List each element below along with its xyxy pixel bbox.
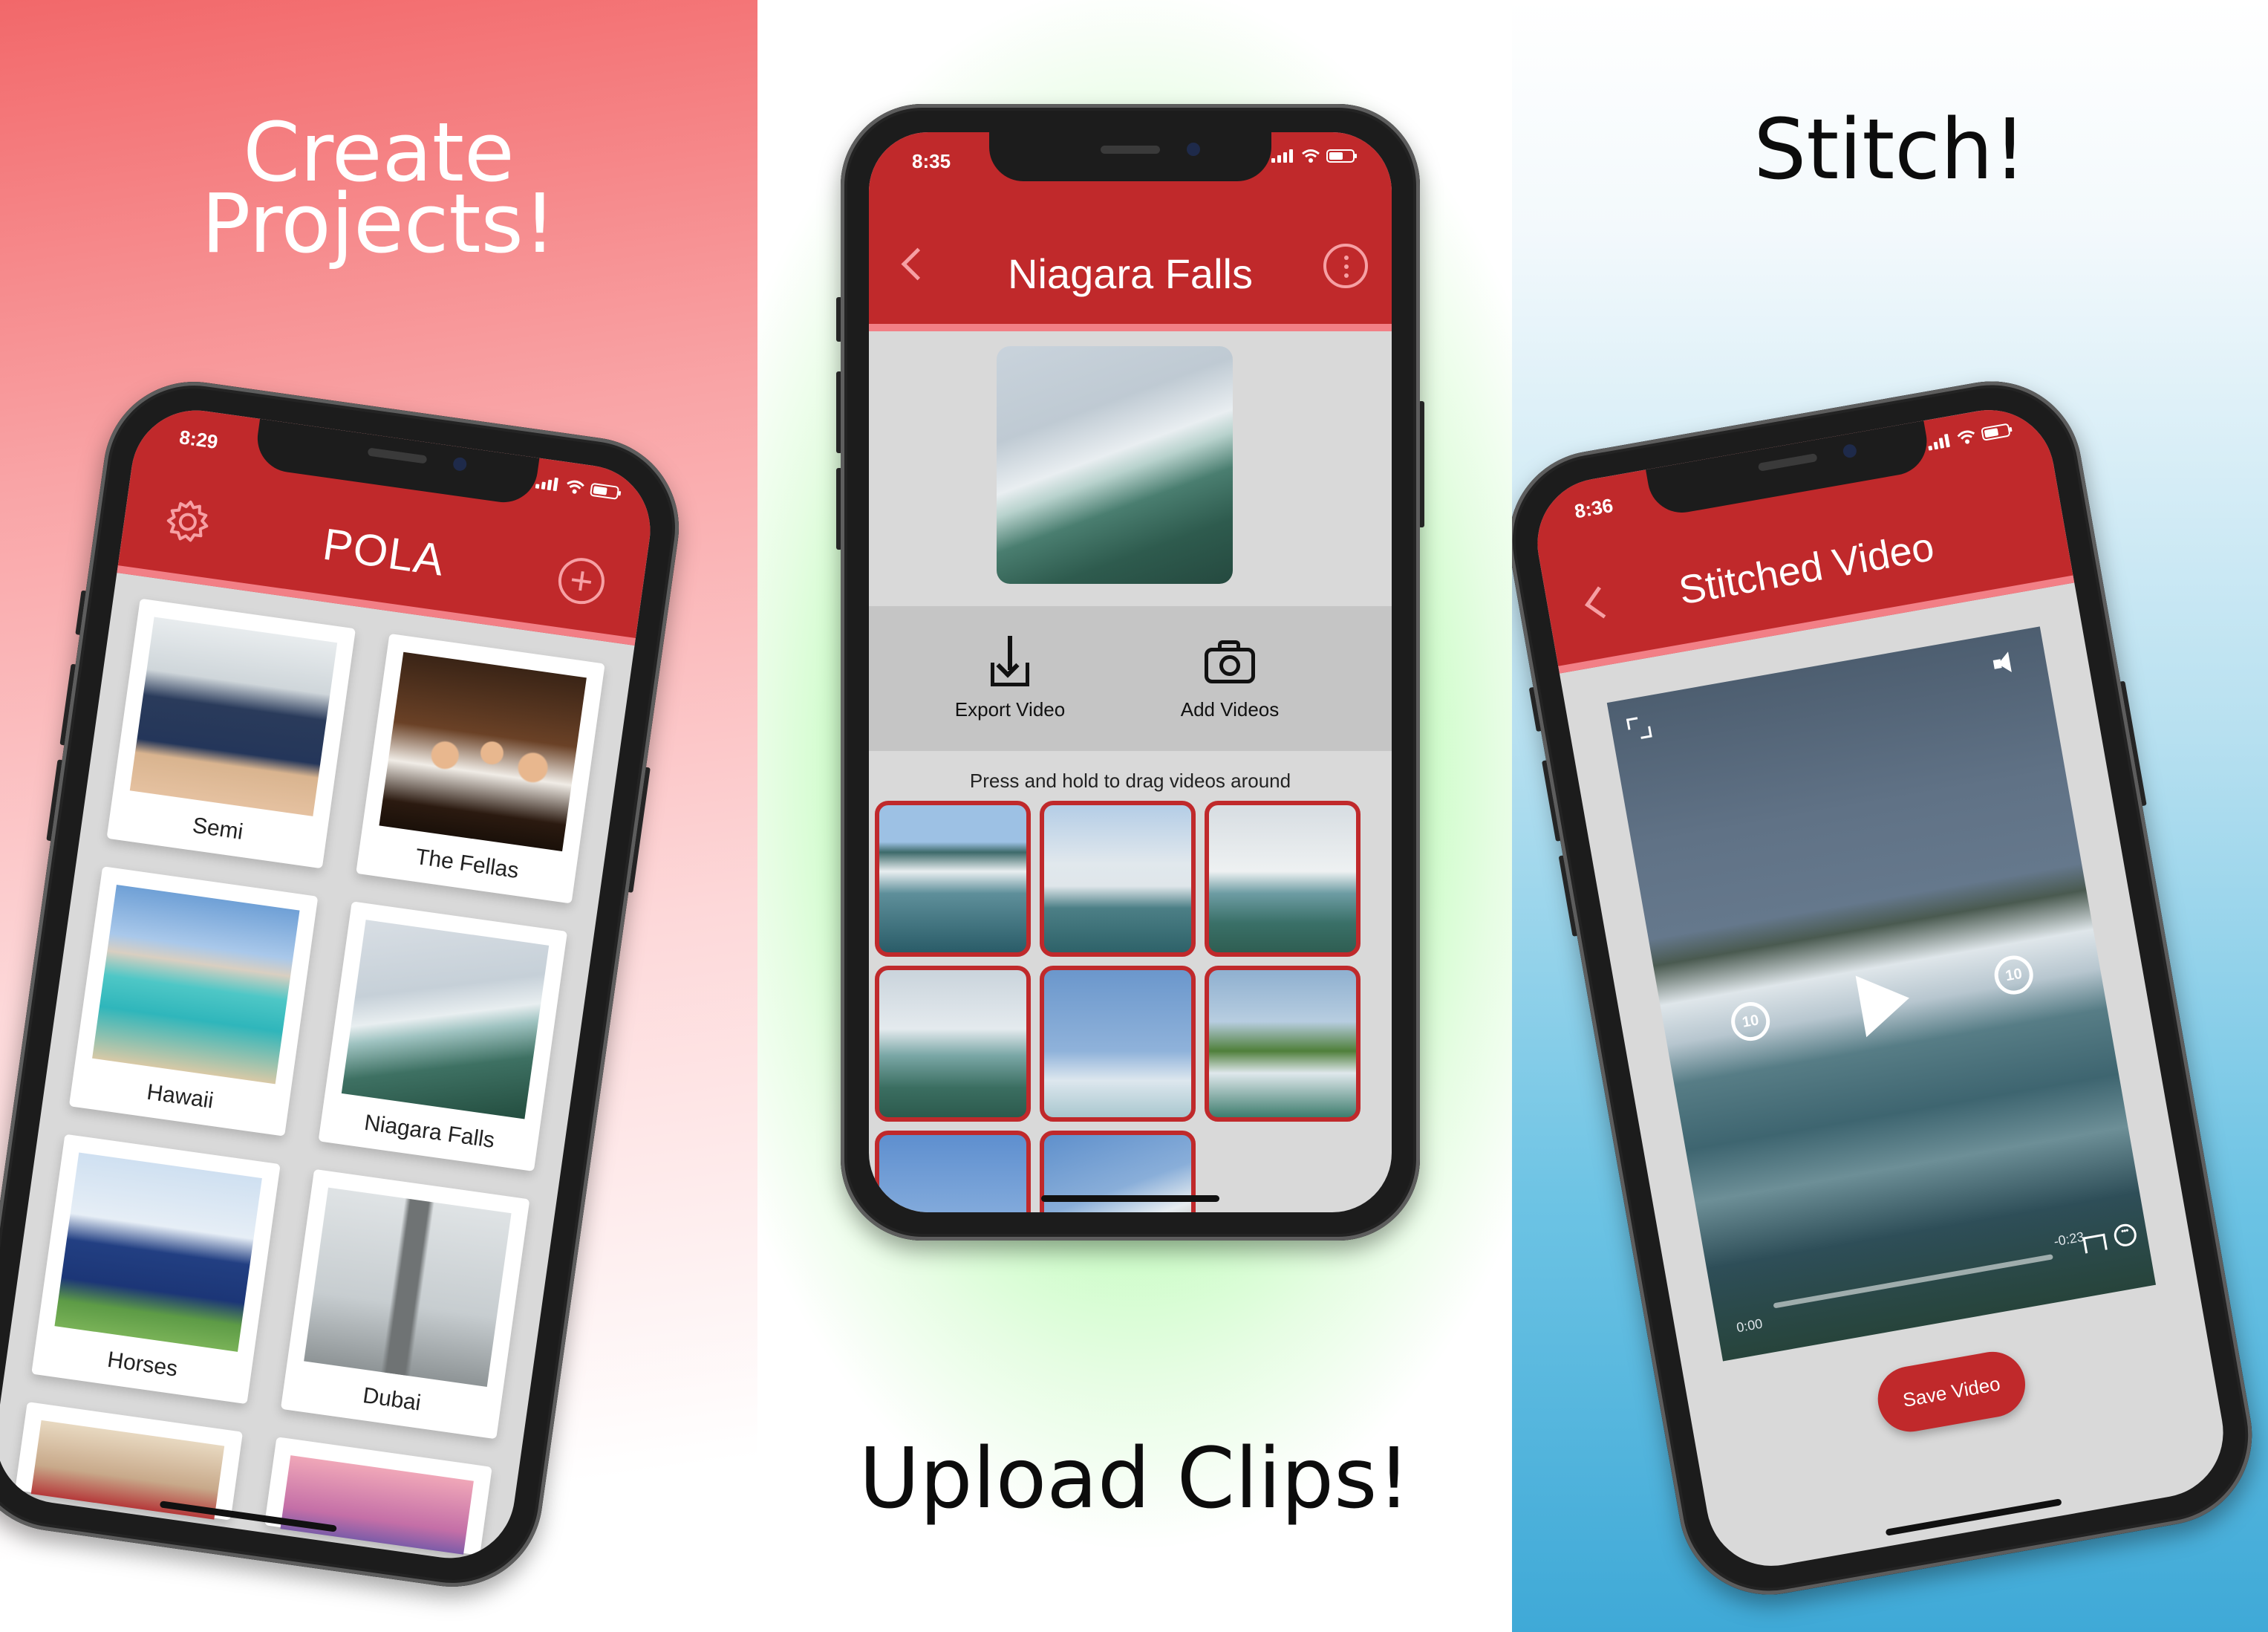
volume-icon[interactable] [1992, 649, 2024, 675]
camera-icon [1203, 636, 1257, 689]
drag-hint-text: Press and hold to drag videos around [969, 770, 1291, 792]
panel-stitch: Stitched Video 8:36 10 10 0:00 -0:23 •••… [1512, 0, 2268, 1632]
video-player[interactable]: 10 10 0:00 -0:23 [1606, 626, 2157, 1362]
video-clip-thumbnail[interactable] [1040, 801, 1196, 957]
play-icon[interactable] [1855, 967, 1915, 1038]
project-thumbnail [92, 884, 300, 1085]
headline-stitch: Stitch! [1753, 102, 2027, 198]
action-bar: Export Video Add Videos [869, 606, 1392, 751]
wifi-icon [1302, 149, 1320, 163]
battery-icon [589, 482, 620, 500]
more-options-icon[interactable] [1323, 244, 1368, 288]
panel-create-projects: Create Projects! POLA 8:29 Semi The Fell… [0, 0, 757, 1632]
project-card-semi[interactable]: Semi [106, 598, 356, 869]
add-videos-button[interactable]: Add Videos [1141, 636, 1319, 721]
fullscreen-icon[interactable] [1626, 715, 1652, 741]
clip-grid [875, 801, 1361, 1212]
project-card-niagara-falls[interactable]: Niagara Falls [318, 901, 568, 1171]
project-card-hawaii[interactable]: Hawaii [68, 866, 319, 1137]
project-detail-screen: Niagara Falls 8:35 Export Video Add Vide… [869, 132, 1392, 1212]
save-video-button[interactable]: Save Video [1872, 1346, 2030, 1437]
headline-upload-clips: Upload Clips! [858, 1431, 1411, 1527]
notch [989, 132, 1271, 181]
status-icons [1271, 149, 1357, 163]
skip-back-icon[interactable]: 10 [1728, 998, 1773, 1044]
video-clip-thumbnail[interactable] [875, 801, 1031, 957]
phone-project-detail: Niagara Falls 8:35 Export Video Add Vide… [836, 104, 1424, 1241]
export-video-button[interactable]: Export Video [921, 636, 1099, 721]
project-thumbnail [129, 617, 338, 816]
signal-icon [1271, 149, 1295, 163]
status-time: 8:35 [912, 150, 951, 172]
phone-projects: POLA 8:29 Semi The Fellas Hawaii Niagara… [0, 370, 691, 1599]
home-indicator [1041, 1195, 1219, 1202]
time-elapsed: 0:00 [1735, 1316, 1764, 1336]
project-card-dubai[interactable]: Dubai [280, 1168, 530, 1440]
page-title: Stitched Video [1675, 524, 1938, 614]
project-grid: Semi The Fellas Hawaii Niagara Falls Hor… [15, 598, 605, 1555]
project-thumbnail [54, 1152, 262, 1352]
headline-create-line2: Projects! [201, 176, 556, 271]
page-title: Niagara Falls [1008, 250, 1253, 297]
time-remaining: -0:23 [2053, 1229, 2085, 1249]
export-video-label: Export Video [954, 698, 1066, 721]
video-clip-thumbnail[interactable] [1205, 801, 1361, 957]
stitched-video-screen: Stitched Video 8:36 10 10 0:00 -0:23 •••… [1527, 400, 2234, 1576]
signal-icon [535, 475, 561, 492]
more-icon[interactable] [2112, 1222, 2139, 1249]
video-clip-thumbnail[interactable] [1205, 966, 1361, 1122]
project-thumbnail [341, 920, 550, 1119]
project-card-horses[interactable]: Horses [31, 1134, 281, 1405]
battery-icon [1326, 149, 1357, 163]
gear-icon[interactable] [160, 494, 216, 550]
video-clip-thumbnail[interactable] [1040, 966, 1196, 1122]
skip-forward-icon[interactable]: 10 [1991, 952, 2036, 998]
add-videos-label: Add Videos [1180, 698, 1280, 721]
download-icon [983, 636, 1037, 689]
wifi-icon [567, 480, 584, 494]
airplay-icon[interactable] [2082, 1233, 2108, 1254]
project-thumbnail [379, 651, 587, 852]
video-scrubber[interactable] [1773, 1254, 2053, 1309]
project-card-the-fellas[interactable]: The Fellas [356, 633, 605, 904]
video-clip-thumbnail[interactable] [875, 1131, 1031, 1212]
phone-stitched-video: Stitched Video 8:36 10 10 0:00 -0:23 •••… [1512, 367, 2267, 1609]
project-preview-image [997, 346, 1233, 584]
project-thumbnail [304, 1187, 512, 1387]
video-clip-thumbnail[interactable] [875, 966, 1031, 1122]
headline-create-projects: Create Projects! [0, 111, 757, 264]
